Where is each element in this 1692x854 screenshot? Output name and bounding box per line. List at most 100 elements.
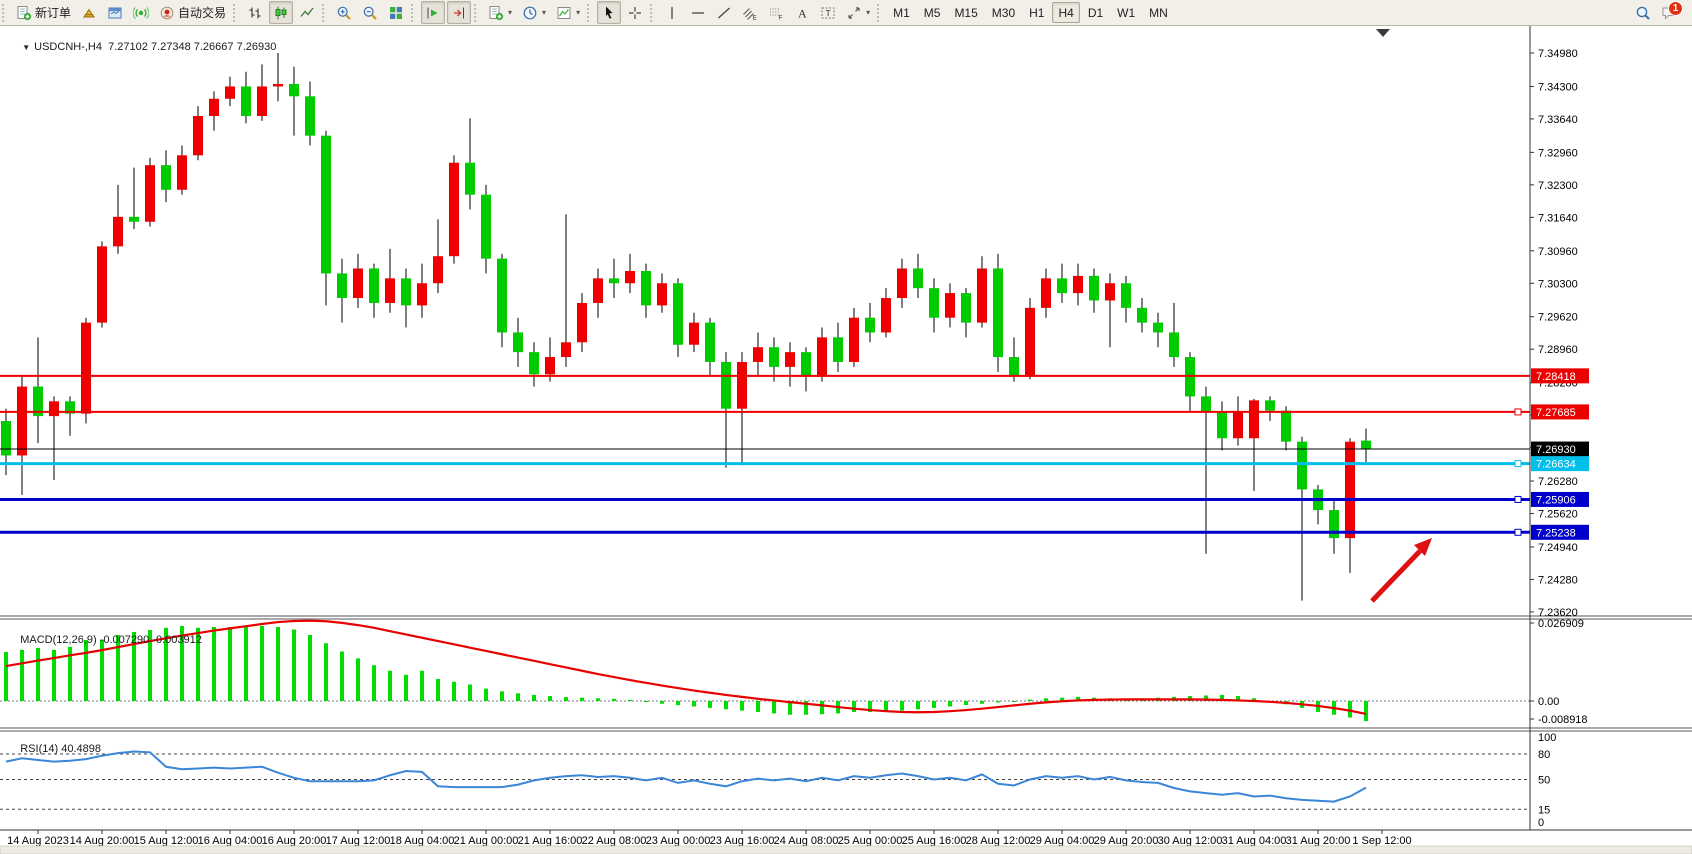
textbox-icon: T <box>820 5 836 21</box>
price-axis-label: 7.25620 <box>1538 509 1578 521</box>
macd-bar <box>420 671 424 701</box>
zoom-out-button[interactable] <box>358 1 382 24</box>
candle-bullish <box>977 268 987 322</box>
macd-axis-label: 0.00 <box>1538 696 1559 708</box>
indicators-button[interactable]: ▾ <box>484 1 516 24</box>
new-order-button[interactable]: 新订单 <box>12 1 75 24</box>
price-chart-canvas[interactable]: 7.349807.343007.336407.329607.323007.316… <box>0 26 1692 854</box>
zoom-in-button[interactable] <box>332 1 356 24</box>
new-order-button-label: 新订单 <box>35 4 71 21</box>
tf-mn[interactable]: MN <box>1143 2 1174 23</box>
chart-window[interactable]: ▼USDCNH-,H4 7.27102 7.27348 7.26667 7.26… <box>0 26 1692 854</box>
macd-bar <box>244 627 248 701</box>
crosshair-button[interactable] <box>623 1 647 24</box>
macd-bar <box>564 697 568 701</box>
price-badge-text: 7.26930 <box>1536 444 1576 456</box>
candle-bullish <box>593 278 603 303</box>
cursor-button[interactable] <box>597 1 621 24</box>
macd-bar <box>468 685 472 702</box>
bars-icon <box>247 5 263 21</box>
line-chart-button[interactable] <box>295 1 319 24</box>
tile-windows-button[interactable] <box>384 1 408 24</box>
candle-bullish <box>385 278 395 303</box>
dropdown-arrow-icon[interactable]: ▾ <box>866 8 870 17</box>
rsi-axis-label: 15 <box>1538 804 1550 816</box>
candle-bearish <box>929 288 939 318</box>
macd-bar <box>820 701 824 714</box>
tf-h1-label: H1 <box>1029 6 1044 20</box>
candle-bearish <box>641 271 651 305</box>
candle-bearish <box>865 318 875 333</box>
history-center-button[interactable] <box>77 1 101 24</box>
candle-bearish <box>129 217 139 222</box>
candle-bearish <box>673 283 683 345</box>
candlestick-button[interactable] <box>269 1 293 24</box>
candle-bullish <box>177 155 187 189</box>
templates-button[interactable]: ▾ <box>552 1 584 24</box>
candle-bearish <box>289 84 299 96</box>
text-label-button[interactable]: T <box>816 1 840 24</box>
chart-menu-arrow-icon[interactable]: ▼ <box>22 43 30 52</box>
tf-w1[interactable]: W1 <box>1111 2 1141 23</box>
candle-bullish <box>49 401 59 416</box>
resistance-line-2-handle[interactable] <box>1515 409 1521 415</box>
fibo-expansion-button[interactable]: F <box>764 1 788 24</box>
autoscroll-icon <box>425 5 441 21</box>
rsi-value: 40.4898 <box>61 743 101 755</box>
macd-bar <box>900 701 904 711</box>
dropdown-arrow-icon[interactable]: ▾ <box>576 8 580 17</box>
fibonacci-button[interactable]: E <box>738 1 762 24</box>
dropdown-arrow-icon[interactable]: ▾ <box>508 8 512 17</box>
macd-bar <box>852 701 856 712</box>
toolbar-group-cursor <box>585 0 648 25</box>
time-axis-label: 17 Aug 12:00 <box>326 835 391 847</box>
candle-bullish <box>897 268 907 298</box>
profiles-button[interactable] <box>103 1 127 24</box>
tf-h4[interactable]: H4 <box>1052 2 1079 23</box>
candle-bullish <box>1105 283 1115 300</box>
support-line-blue-2-handle[interactable] <box>1515 529 1521 535</box>
ohlc-bars-button[interactable] <box>243 1 267 24</box>
auto-scroll-button[interactable] <box>421 1 445 24</box>
candle-bearish <box>241 86 251 116</box>
autotrade-button[interactable]: 自动交易 <box>155 1 230 24</box>
support-line-blue-1-handle[interactable] <box>1515 496 1521 502</box>
time-axis-label: 23 Aug 16:00 <box>710 835 775 847</box>
candle-bullish <box>113 217 123 247</box>
macd-bar <box>308 635 312 701</box>
trendline-button[interactable] <box>712 1 736 24</box>
time-axis-label: 15 Aug 12:00 <box>134 835 199 847</box>
periods-button[interactable]: ▾ <box>518 1 550 24</box>
text-button[interactable]: A <box>790 1 814 24</box>
tf-m5-label: M5 <box>924 6 941 20</box>
new-order-icon <box>16 5 32 21</box>
candle-bullish <box>17 387 27 456</box>
candle-bullish <box>785 352 795 367</box>
horizontal-line-button[interactable] <box>686 1 710 24</box>
candle-bullish <box>353 268 363 298</box>
search-button[interactable] <box>1631 1 1655 24</box>
candle-bearish <box>1 421 11 455</box>
candle-bullish <box>881 298 891 332</box>
dropdown-arrow-icon[interactable]: ▾ <box>542 8 546 17</box>
candle-bearish <box>833 337 843 362</box>
macd-bar <box>452 682 456 701</box>
tf-h1[interactable]: H1 <box>1023 2 1050 23</box>
candle-bullish <box>657 283 667 305</box>
toolbar-group-chart-type <box>231 0 320 25</box>
signals-button[interactable] <box>129 1 153 24</box>
candle-bearish <box>961 293 971 323</box>
tf-m1[interactable]: M1 <box>887 2 916 23</box>
tf-m15[interactable]: M15 <box>948 2 983 23</box>
macd-bar <box>580 698 584 701</box>
chart-shift-button[interactable] <box>447 1 471 24</box>
support-line-cyan-handle[interactable] <box>1515 461 1521 467</box>
tf-m5[interactable]: M5 <box>918 2 947 23</box>
chat-button[interactable]: 1 <box>1657 1 1681 24</box>
tf-m30[interactable]: M30 <box>986 2 1021 23</box>
arrows-button[interactable]: ▾ <box>842 1 874 24</box>
cursor-icon <box>601 5 617 21</box>
vertical-line-button[interactable] <box>660 1 684 24</box>
window-icon <box>107 5 123 21</box>
tf-d1[interactable]: D1 <box>1082 2 1109 23</box>
